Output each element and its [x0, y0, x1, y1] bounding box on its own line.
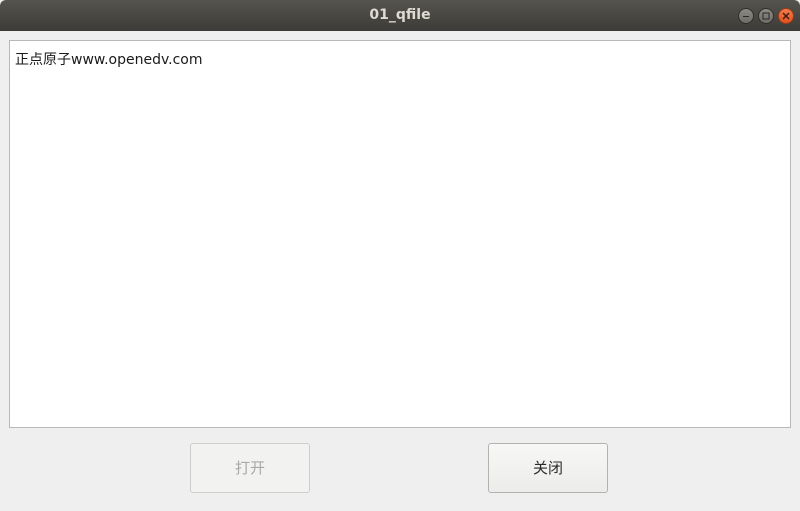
text-editor[interactable]: 正点原子www.openedv.com — [9, 40, 791, 428]
close-button[interactable]: 关闭 — [488, 443, 608, 493]
app-window: 01_qfile 正点原子www.openedv.com 打开 关闭 — [0, 0, 800, 511]
maximize-icon — [762, 12, 770, 20]
open-button[interactable]: 打开 — [190, 443, 310, 493]
window-title: 01_qfile — [369, 7, 431, 23]
minimize-icon — [743, 16, 749, 17]
editor-content: 正点原子www.openedv.com — [15, 52, 203, 68]
close-window-button[interactable] — [778, 8, 794, 24]
maximize-button[interactable] — [758, 8, 774, 24]
title-bar[interactable]: 01_qfile — [0, 0, 800, 31]
minimize-button[interactable] — [738, 8, 754, 24]
close-icon — [782, 12, 790, 20]
